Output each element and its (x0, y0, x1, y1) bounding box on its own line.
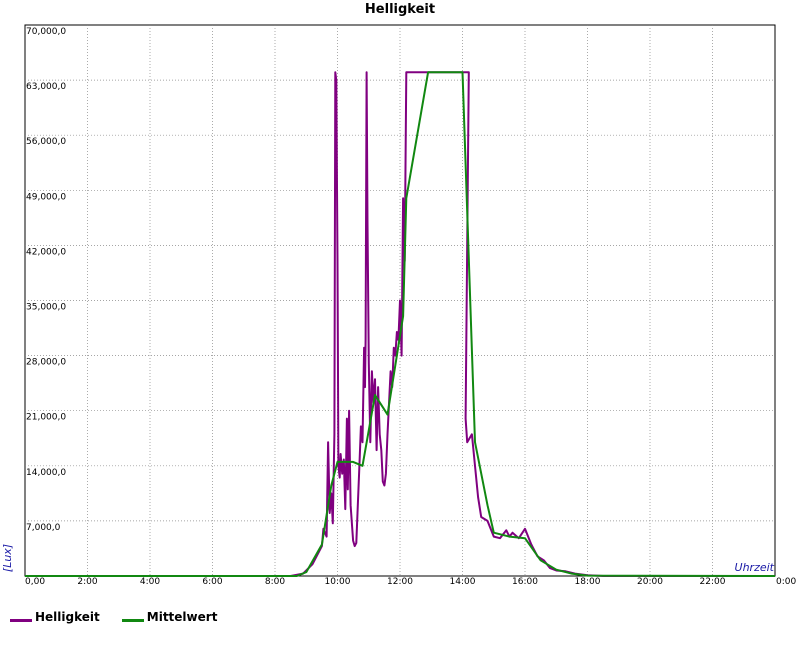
y-tick-label: 28,000,0 (26, 358, 66, 368)
x-tick-label: 6:00 (202, 577, 222, 587)
legend-item-mittelwert: Mittelwert (121, 610, 218, 624)
chart-title: Helligkeit (365, 2, 435, 17)
x-tick-label: 0:00 (776, 577, 796, 587)
x-tick-label: 2:00 (77, 577, 97, 587)
chart: Helligkeit 0,00 2:00 4:00 6:00 8:00 10:00 12:0… (1, 2, 796, 587)
legend-label-helligkeit: Helligkeit (35, 610, 100, 624)
y-tick-label: 49,000,0 (26, 192, 66, 202)
x-tick-label: 18:00 (575, 577, 601, 587)
legend-item-helligkeit: Helligkeit (10, 610, 100, 624)
y-tick-label: 21,000,0 (26, 413, 66, 423)
y-tick-label: 14,000,0 (26, 468, 66, 478)
y-tick-label: 7,000,0 (26, 523, 61, 533)
x-tick-label: 4:00 (140, 577, 160, 587)
legend-swatch-mittelwert (121, 618, 144, 622)
y-axis-label: [Lux] (1, 544, 14, 572)
x-tick-label: 14:00 (450, 577, 476, 587)
legend-swatch-helligkeit (10, 618, 32, 622)
x-tick-label: 10:00 (325, 577, 351, 587)
x-axis-label: Uhrzeit (735, 561, 775, 574)
legend: Helligkeit Mittelwert (10, 610, 217, 624)
x-tick-label: 22:00 (700, 577, 726, 587)
y-tick-label: 63,000,0 (26, 82, 66, 92)
x-tick-label: 16:00 (512, 577, 538, 587)
y-tick-label: 70,000,0 (26, 27, 66, 37)
y-tick-label: 42,000,0 (26, 247, 66, 257)
x-tick-label: 0,00 (25, 577, 45, 587)
y-tick-label: 35,000,0 (26, 303, 66, 313)
legend-label-mittelwert: Mittelwert (146, 610, 218, 624)
x-tick-label: 12:00 (387, 577, 413, 587)
x-tick-label: 8:00 (265, 577, 285, 587)
x-tick-label: 20:00 (637, 577, 663, 587)
y-tick-label: 56,000,0 (26, 137, 66, 147)
